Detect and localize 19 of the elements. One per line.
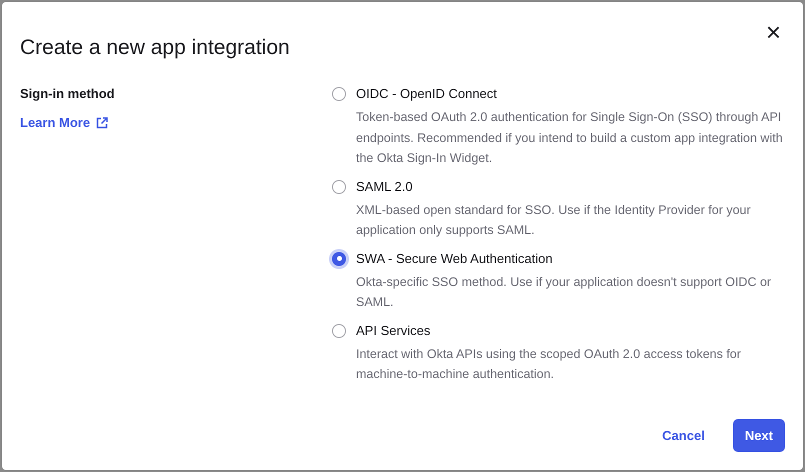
section-label: Sign-in method [20,86,116,101]
radio-button[interactable] [332,324,346,338]
cancel-button[interactable]: Cancel [656,427,711,444]
option-label[interactable]: API Services [356,322,785,338]
option-label[interactable]: SWA - Secure Web Authentication [356,250,785,266]
close-button[interactable]: × [762,22,785,42]
next-button[interactable]: Next [732,419,785,452]
radio-button[interactable] [332,252,346,266]
option-description: Interact with Okta APIs using the scoped OAuth 2.0 access tokens for machine-to-machine authentication. [356,346,742,383]
radio-button[interactable] [332,180,346,194]
external-link-icon [96,116,108,128]
option-label[interactable]: OIDC - OpenID Connect [356,86,785,101]
option-label[interactable]: SAML 2.0 [356,178,785,194]
option-description: Okta-specific SSO method. Use if your application doesn't support OIDC or SAML. [356,274,772,311]
dialog-title: Create a new app integration [20,36,290,60]
radio-button[interactable] [332,87,346,101]
option-description: XML-based open standard for SSO. Use if the Identity Provider for your application only supports SAML. [356,202,752,239]
option-description: Token-based OAuth 2.0 authentication for Single Sign-On (SSO) through API endpoints. Recommended if you intend to build a custom app integration with the Okta Sign-In Widget. [356,109,784,167]
learn-more-link[interactable]: Learn More [20,115,108,130]
